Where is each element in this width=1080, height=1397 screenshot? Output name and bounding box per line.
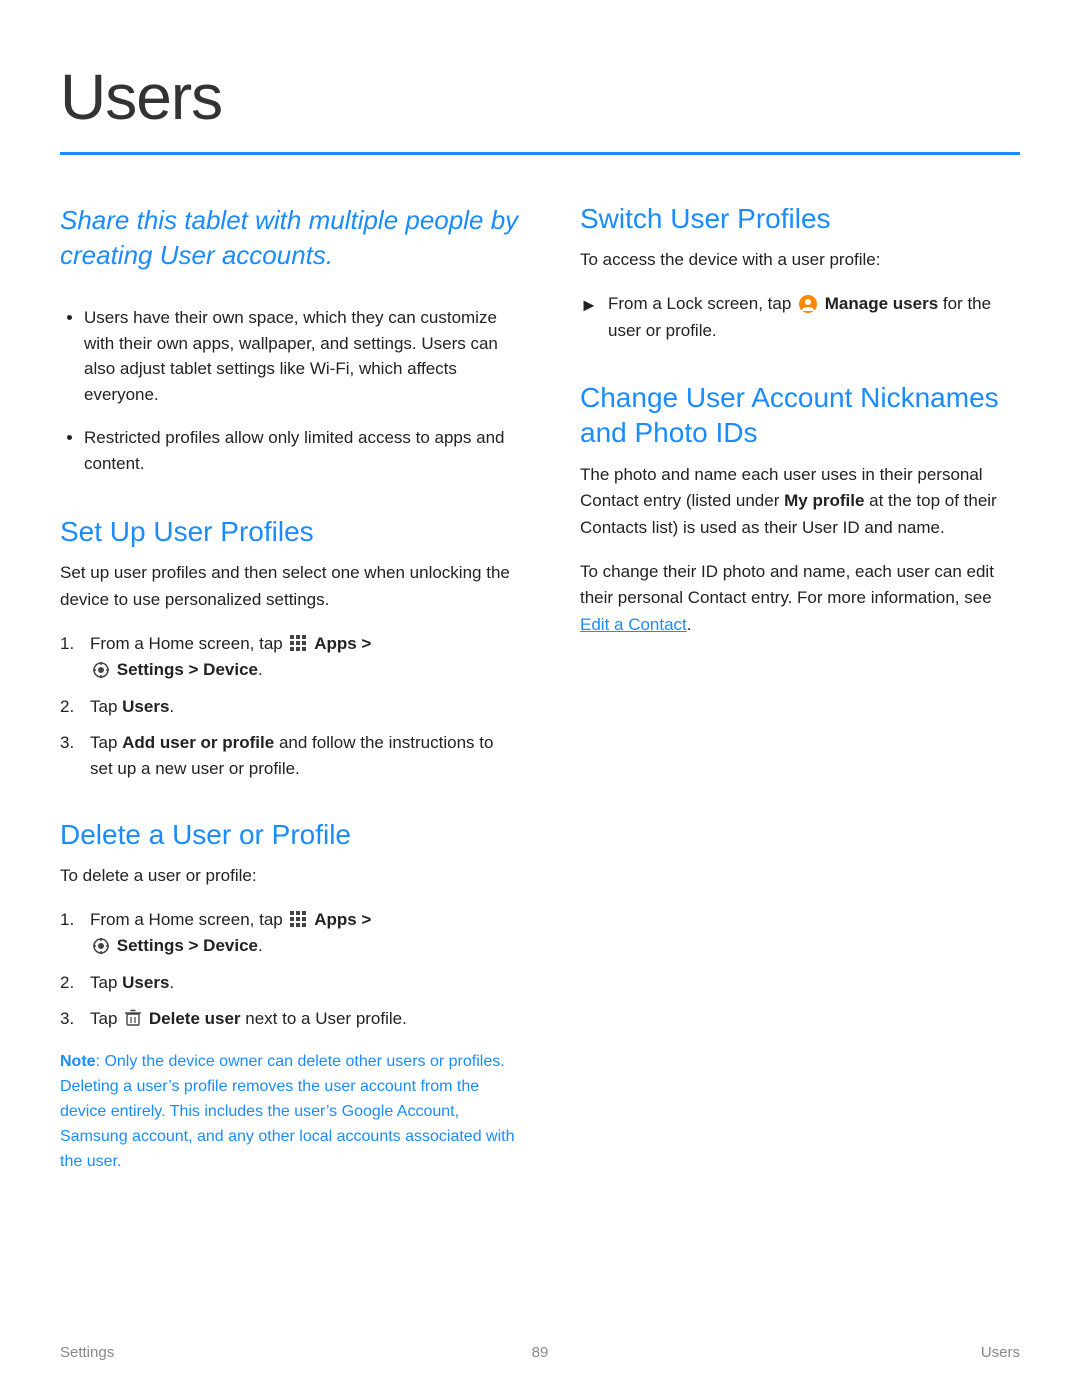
delete-steps: 1. From a Home screen, tap (60, 907, 520, 1032)
set-up-step-1: 1. From a Home screen, tap (60, 631, 520, 684)
bullet-item-2: Restricted profiles allow only limited a… (84, 425, 520, 476)
manage-users-icon (798, 294, 818, 314)
set-up-section: Set Up User Profiles Set up user profile… (60, 516, 520, 782)
page-footer: Settings 89 Users (60, 1344, 1020, 1361)
switch-step: ► From a Lock screen, tap Manage users f… (580, 291, 1020, 344)
switch-body: To access the device with a user profile… (580, 247, 1020, 273)
main-content: Share this tablet with multiple people b… (60, 203, 1020, 1210)
footer-page-number: 89 (532, 1344, 549, 1361)
change-title: Change User Account Nicknames and Photo … (580, 380, 1020, 450)
title-divider (60, 152, 1020, 155)
delete-title: Delete a User or Profile (60, 819, 520, 851)
arrow-icon: ► (580, 292, 598, 320)
delete-step-1: 1. From a Home screen, tap (60, 907, 520, 960)
right-column: Switch User Profiles To access the devic… (580, 203, 1020, 1210)
set-up-step-2: 2. Tap Users. (60, 694, 520, 720)
switch-section: Switch User Profiles To access the devic… (580, 203, 1020, 344)
change-section: Change User Account Nicknames and Photo … (580, 380, 1020, 638)
footer-right: Users (981, 1344, 1020, 1361)
delete-section: Delete a User or Profile To delete a use… (60, 819, 520, 1175)
bullet-item-1: Users have their own space, which they c… (84, 305, 520, 407)
change-body-2: To change their ID photo and name, each … (580, 559, 1020, 638)
settings-icon-1 (92, 661, 110, 679)
bullet-list: Users have their own space, which they c… (60, 305, 520, 476)
set-up-body: Set up user profiles and then select one… (60, 560, 520, 613)
change-body-1: The photo and name each user uses in the… (580, 462, 1020, 541)
footer-left: Settings (60, 1344, 114, 1361)
set-up-step-3: 3. Tap Add user or profile and follow th… (60, 730, 520, 783)
delete-icon (124, 1009, 142, 1027)
edit-contact-link[interactable]: Edit a Contact (580, 615, 687, 634)
delete-note: Note: Only the device owner can delete o… (60, 1050, 520, 1174)
switch-title: Switch User Profiles (580, 203, 1020, 235)
set-up-title: Set Up User Profiles (60, 516, 520, 548)
settings-icon-2 (92, 937, 110, 955)
set-up-steps: 1. From a Home screen, tap (60, 631, 520, 783)
delete-step-3: 3. Tap Delete user next to a User pro (60, 1006, 520, 1032)
delete-step-2: 2. Tap Users. (60, 970, 520, 996)
intro-text: Share this tablet with multiple people b… (60, 203, 520, 273)
left-column: Share this tablet with multiple people b… (60, 203, 520, 1210)
apps-icon-2 (289, 910, 307, 928)
apps-icon-1 (289, 634, 307, 652)
page-title: Users (60, 60, 1020, 134)
delete-body: To delete a user or profile: (60, 863, 520, 889)
